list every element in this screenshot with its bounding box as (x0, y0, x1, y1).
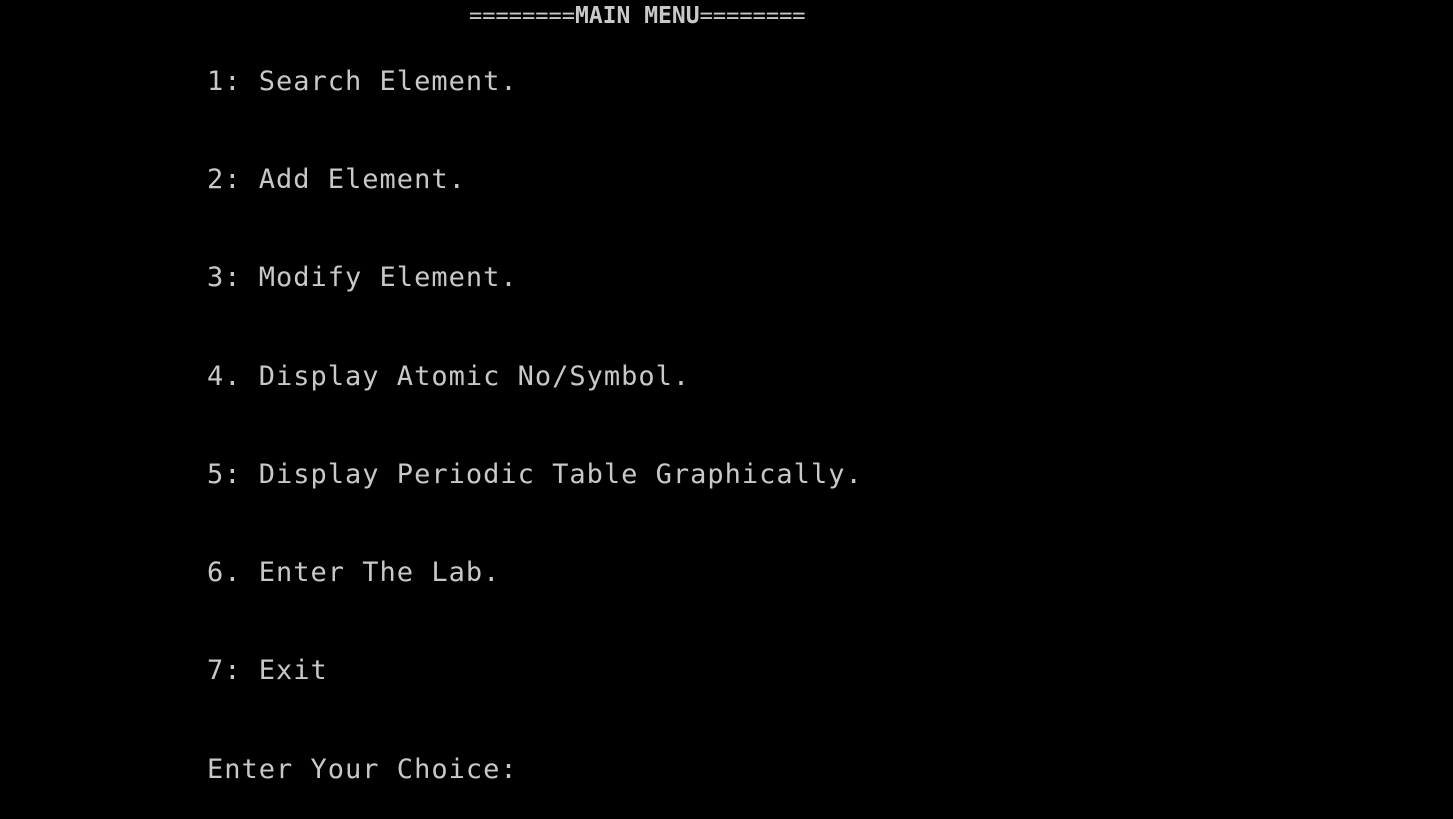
menu-header: ========MAIN MENU======== (469, 5, 806, 28)
menu-item-display-periodic-table[interactable]: 5: Display Periodic Table Graphically. (207, 461, 863, 488)
choice-prompt-label: Enter Your Choice: (207, 754, 518, 785)
menu-item-modify-element[interactable]: 3: Modify Element. (207, 264, 518, 291)
menu-item-add-element[interactable]: 2: Add Element. (207, 166, 466, 193)
menu-item-display-atomic-no-symbol[interactable]: 4. Display Atomic No/Symbol. (207, 363, 690, 390)
menu-item-search-element[interactable]: 1: Search Element. (207, 68, 518, 95)
console-screen: ========MAIN MENU======== 1: Search Elem… (0, 0, 1453, 819)
header-left-rule: ======== (469, 4, 575, 29)
menu-item-enter-the-lab[interactable]: 6. Enter The Lab. (207, 559, 500, 586)
header-right-rule: ======== (699, 4, 806, 29)
menu-title: MAIN MENU (574, 3, 700, 29)
choice-prompt[interactable]: Enter Your Choice: (207, 756, 532, 783)
menu-item-exit[interactable]: 7: Exit (207, 657, 328, 684)
